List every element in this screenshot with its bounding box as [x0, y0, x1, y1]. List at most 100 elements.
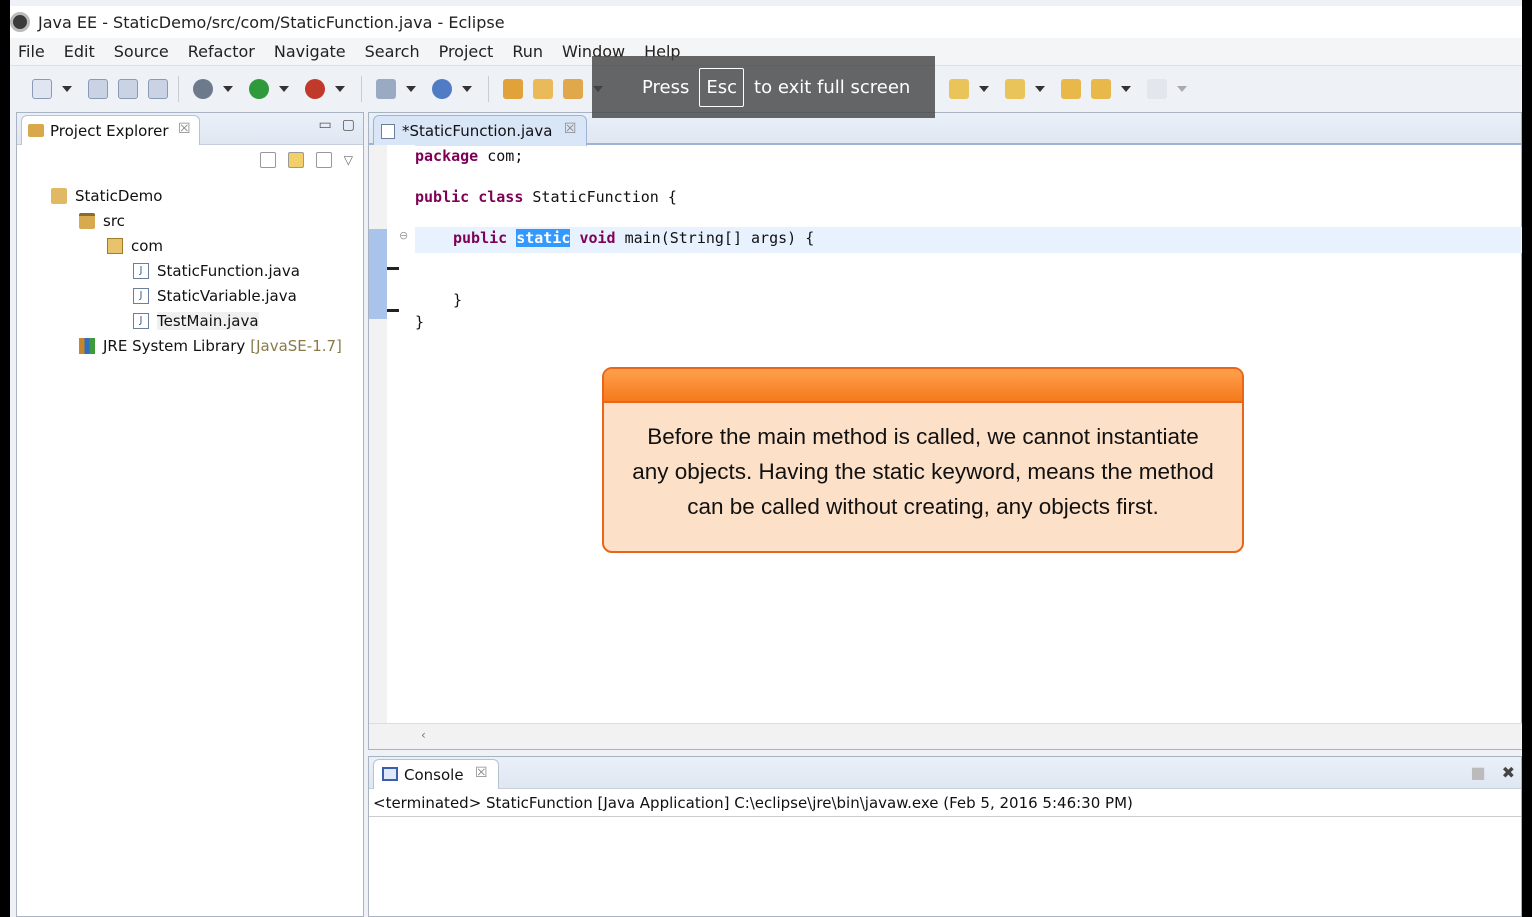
- tab-console[interactable]: Console ☒: [373, 759, 499, 789]
- java-file-icon: [381, 124, 395, 139]
- esc-key: Esc: [699, 67, 745, 107]
- run-dropdown-icon[interactable]: [279, 86, 289, 92]
- tree-item-label: StaticFunction.java: [157, 261, 300, 280]
- save-all-icon[interactable]: [118, 79, 138, 99]
- code-line: public class StaticFunction {: [415, 188, 677, 206]
- menu-source[interactable]: Source: [114, 42, 169, 61]
- external-tools-dropdown-icon[interactable]: [335, 86, 345, 92]
- console-icon: [382, 767, 398, 781]
- previous-annotation-icon[interactable]: [1005, 79, 1025, 99]
- menu-file[interactable]: File: [18, 42, 45, 61]
- editor-tab-label: *StaticFunction.java: [402, 122, 553, 140]
- editor-gutter: ⊖: [387, 145, 415, 723]
- link-with-editor-icon[interactable]: [287, 152, 304, 168]
- debug-icon[interactable]: [193, 79, 213, 99]
- new-java-class-icon[interactable]: [432, 79, 452, 99]
- print-icon[interactable]: [148, 79, 168, 99]
- tree-item-src[interactable]: src: [17, 208, 363, 233]
- debug-dropdown-icon[interactable]: [223, 86, 233, 92]
- external-tools-icon[interactable]: [305, 79, 325, 99]
- library-icon: [79, 337, 95, 354]
- tree-item-file[interactable]: J StaticVariable.java: [17, 283, 363, 308]
- project-explorer-toolbar: ▽: [17, 145, 363, 175]
- save-icon[interactable]: [88, 79, 108, 99]
- fullscreen-press: Press: [642, 76, 690, 98]
- callout-text: Before the main method is called, we can…: [632, 424, 1214, 519]
- title-bar: Java EE - StaticDemo/src/com/StaticFunct…: [10, 6, 1522, 38]
- forward-dropdown-icon[interactable]: [1177, 86, 1187, 92]
- console-tab-label: Console: [404, 766, 464, 784]
- code-line: }: [453, 291, 463, 309]
- new-java-project-icon[interactable]: [376, 79, 396, 99]
- console-controls: ■ ✖: [1470, 763, 1515, 782]
- tree-item-label: com: [131, 236, 164, 255]
- search-tool-icon[interactable]: [563, 79, 583, 99]
- maximize-icon[interactable]: ▢: [342, 117, 355, 133]
- toolbar-separator: [178, 76, 179, 102]
- tree-item-package[interactable]: com: [17, 233, 363, 258]
- tree-item-project[interactable]: StaticDemo: [17, 183, 363, 208]
- menu-project[interactable]: Project: [439, 42, 494, 61]
- terminate-icon[interactable]: ■: [1470, 763, 1485, 782]
- new-java-class-dropdown-icon[interactable]: [462, 86, 472, 92]
- open-folder-icon[interactable]: [533, 79, 553, 99]
- menu-navigate[interactable]: Navigate: [274, 42, 346, 61]
- menu-edit[interactable]: Edit: [64, 42, 95, 61]
- overview-ruler: [369, 145, 387, 723]
- editor-tabbar: *StaticFunction.java ☒: [369, 113, 1521, 146]
- tree-item-label: StaticDemo: [75, 186, 163, 205]
- tree-item-file[interactable]: J StaticFunction.java: [17, 258, 363, 283]
- change-marker: [387, 309, 399, 312]
- tree-item-label: TestMain.java: [157, 311, 259, 330]
- back-icon[interactable]: [1091, 79, 1111, 99]
- tree-item-file[interactable]: J TestMain.java: [17, 308, 363, 333]
- next-annotation-icon[interactable]: [949, 79, 969, 99]
- package-icon: [107, 237, 123, 254]
- java-file-icon: J: [133, 287, 149, 304]
- panel-window-controls: ▭ ▢: [319, 117, 355, 133]
- collapse-all-icon[interactable]: [259, 152, 276, 168]
- callout-header: [604, 369, 1242, 403]
- menu-refactor[interactable]: Refactor: [188, 42, 255, 61]
- horizontal-scrollbar[interactable]: ‹: [369, 723, 1522, 749]
- remove-launch-icon[interactable]: ✖: [1502, 763, 1515, 782]
- tree-item-library[interactable]: JRE System Library [JavaSE-1.7]: [17, 333, 363, 358]
- minimize-icon[interactable]: ▭: [319, 117, 332, 133]
- toolbar-separator: [488, 76, 489, 102]
- code-line: package com;: [415, 147, 524, 165]
- next-annotation-dropdown-icon[interactable]: [979, 86, 989, 92]
- tree-item-label: JRE System Library: [103, 336, 246, 355]
- close-icon[interactable]: ☒: [178, 121, 191, 137]
- close-icon[interactable]: ☒: [564, 121, 577, 137]
- project-explorer-tab-label: Project Explorer: [50, 122, 169, 140]
- filter-icon[interactable]: [315, 152, 332, 168]
- close-icon[interactable]: ☒: [475, 765, 488, 781]
- tree-item-label: src: [103, 211, 125, 230]
- view-menu-icon[interactable]: ▽: [344, 153, 353, 167]
- occurrence-marker: [369, 229, 387, 319]
- library-version: [JavaSE-1.7]: [250, 336, 342, 355]
- java-file-icon: J: [133, 262, 149, 279]
- forward-icon[interactable]: [1147, 79, 1167, 99]
- toolbar-separator: [361, 76, 362, 102]
- tab-staticfunction-java[interactable]: *StaticFunction.java ☒: [373, 115, 588, 146]
- new-dropdown-icon[interactable]: [62, 86, 72, 92]
- fullscreen-message: to exit full screen: [754, 76, 911, 98]
- last-edit-location-icon[interactable]: [1061, 79, 1081, 99]
- tree-item-label: StaticVariable.java: [157, 286, 297, 305]
- menu-run[interactable]: Run: [512, 42, 543, 61]
- source-folder-icon: [79, 212, 95, 229]
- back-dropdown-icon[interactable]: [1121, 86, 1131, 92]
- tab-project-explorer[interactable]: Project Explorer ☒: [21, 115, 200, 145]
- run-icon[interactable]: [249, 79, 269, 99]
- new-icon[interactable]: [32, 79, 52, 99]
- menu-search[interactable]: Search: [365, 42, 420, 61]
- project-tree: StaticDemo src com J StaticFunction.java…: [17, 175, 363, 358]
- fullscreen-notice: Press Esc to exit full screen: [592, 56, 935, 118]
- fold-icon[interactable]: ⊖: [399, 229, 408, 242]
- new-java-project-dropdown-icon[interactable]: [406, 86, 416, 92]
- console-status: <terminated> StaticFunction [Java Applic…: [369, 789, 1521, 817]
- scroll-left-icon[interactable]: ‹: [421, 728, 426, 742]
- previous-annotation-dropdown-icon[interactable]: [1035, 86, 1045, 92]
- open-type-icon[interactable]: [503, 79, 523, 99]
